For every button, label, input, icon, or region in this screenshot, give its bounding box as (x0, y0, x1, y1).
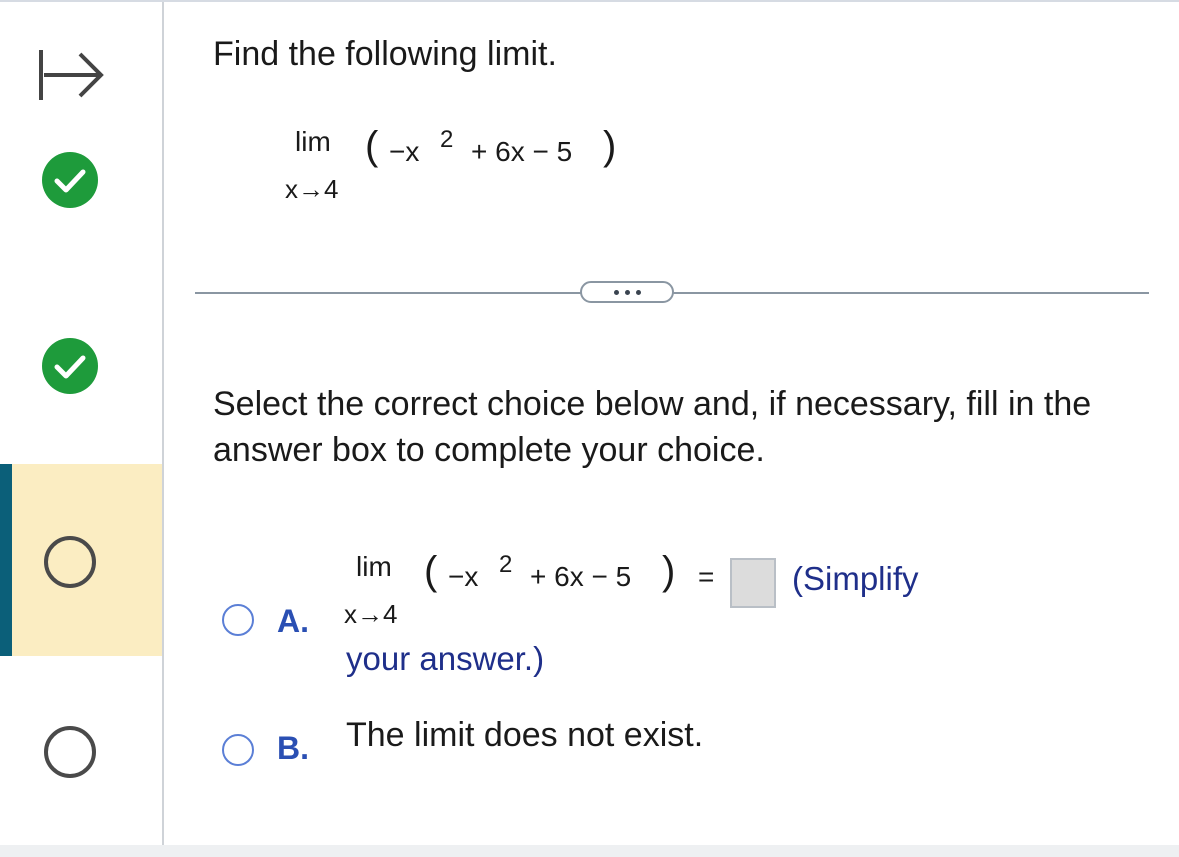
lim-approach: x→4 (344, 599, 398, 629)
lim-approach: x→4 (285, 174, 339, 204)
equals-sign: = (698, 561, 715, 592)
empty-circle-icon (40, 532, 100, 592)
open-paren: ( (424, 549, 438, 593)
question-sidebar (0, 2, 162, 845)
top-border (0, 0, 1179, 2)
expr-term-2: + 6x − 5 (530, 561, 632, 592)
expr-term-2: + 6x − 5 (471, 136, 573, 167)
answer-input-box[interactable] (730, 558, 776, 608)
expr-term-1: −x (389, 136, 420, 167)
choice-b-letter: B. (277, 730, 309, 766)
hint-text-line2: your answer.) (346, 640, 545, 677)
exponent: 2 (440, 126, 454, 153)
sidebar-item-current[interactable] (0, 464, 162, 656)
sidebar-divider (162, 2, 164, 845)
sidebar-item-2-check-circle-icon[interactable] (40, 336, 100, 396)
sidebar-item-1-check-circle-icon[interactable] (40, 150, 100, 210)
choice-a-letter: A. (277, 603, 309, 639)
expr-term-1: −x (448, 561, 479, 592)
lim-word: lim (356, 551, 392, 582)
choice-a-limit-expression: lim x→4 ( −x 2 + 6x − 5 ) = (344, 549, 724, 631)
hint-text-line1: (Simplify (792, 560, 919, 597)
choice-b-radio[interactable] (222, 734, 254, 766)
ellipsis-icon[interactable] (580, 281, 674, 303)
question-limit-expression: lim x→4 ( −x 2 + 6x − 5 ) (285, 124, 645, 206)
expand-right-arrow-icon[interactable] (36, 42, 106, 102)
open-paren: ( (365, 124, 379, 168)
sidebar-item-4-empty-circle-icon[interactable] (40, 722, 100, 782)
question-title: Find the following limit. (213, 35, 557, 73)
exponent: 2 (499, 551, 513, 578)
instructions-text: Select the correct choice below and, if … (213, 385, 1092, 469)
choice-a-radio[interactable] (222, 604, 254, 636)
current-indicator-bar (0, 464, 12, 656)
bottom-strip (0, 845, 1179, 857)
close-paren: ) (603, 124, 617, 168)
close-paren: ) (662, 549, 676, 593)
lim-word: lim (295, 126, 331, 157)
choice-b-text: The limit does not exist. (346, 716, 704, 754)
